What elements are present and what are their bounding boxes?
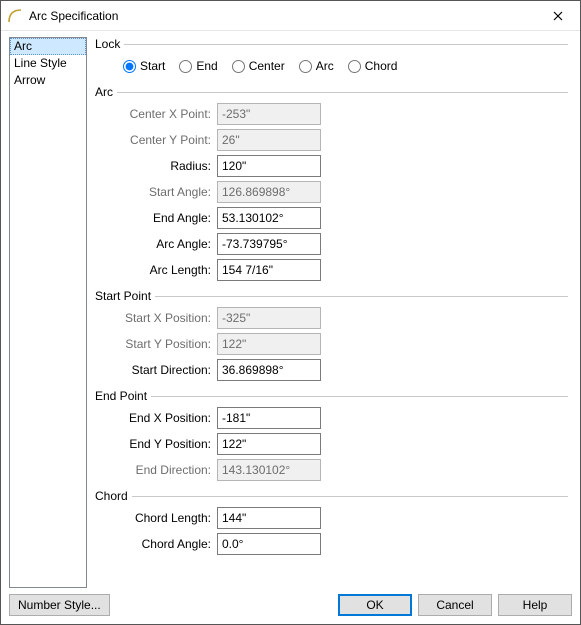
group-arc-legend: Arc (95, 85, 117, 99)
lock-radio-arc[interactable]: Arc (299, 59, 334, 73)
arc-row-1: Center Y Point: (95, 127, 568, 153)
start-point-input-2[interactable] (217, 359, 321, 381)
lock-radio-start[interactable]: Start (123, 59, 165, 73)
arc-row-3: Start Angle: (95, 179, 568, 205)
group-start-point: – Start Point Start X Position:Start Y P… (95, 289, 568, 383)
arc-input-1 (217, 129, 321, 151)
end-point-label-0: End X Position: (123, 411, 217, 425)
arc-row-6: Arc Length: (95, 257, 568, 283)
arc-input-2[interactable] (217, 155, 321, 177)
group-lock: Lock Start End Center Arc Chord (95, 37, 568, 79)
end-point-label-1: End Y Position: (123, 437, 217, 451)
arc-label-5: Arc Angle: (123, 237, 217, 251)
group-end-point-legend: End Point (95, 389, 151, 403)
lock-radio-arc-label: Arc (316, 59, 334, 73)
end-point-label-2: End Direction: (123, 463, 217, 477)
lock-radio-center-input[interactable] (232, 60, 245, 73)
start-point-row-0: Start X Position: (95, 305, 568, 331)
group-start-point-legend: Start Point (95, 289, 155, 303)
arc-row-2: Radius: (95, 153, 568, 179)
chord-label-1: Chord Angle: (123, 537, 217, 551)
chord-label-0: Chord Length: (123, 511, 217, 525)
end-point-row-2: End Direction: (95, 457, 568, 483)
chord-row-1: Chord Angle: (95, 531, 568, 557)
dialog-footer: Number Style... OK Cancel Help (1, 588, 580, 624)
group-end-point: End Point End X Position: End Y Position:… (95, 389, 568, 483)
start-point-row-1: Start Y Position: (95, 331, 568, 357)
chord-input-0[interactable] (217, 507, 321, 529)
titlebar: Arc Specification (1, 1, 580, 31)
lock-radio-chord-input[interactable] (348, 60, 361, 73)
start-point-label-1: Start Y Position: (123, 337, 217, 351)
lock-radio-start-input[interactable] (123, 60, 136, 73)
end-point-row-0: End X Position: (95, 405, 568, 431)
group-arc: Arc Center X Point: Center Y Point: Radius… (95, 85, 568, 283)
window-title: Arc Specification (29, 9, 536, 23)
number-style-button[interactable]: Number Style... (9, 594, 110, 616)
arc-row-0: Center X Point: (95, 101, 568, 127)
group-lock-legend: Lock (95, 37, 124, 51)
arc-input-4[interactable] (217, 207, 321, 229)
arc-row-5: Arc Angle: (95, 231, 568, 257)
nav-item-arrow[interactable]: Arrow (10, 72, 86, 89)
content-panel: Lock Start End Center Arc Chord Arc Cent… (95, 37, 572, 588)
arc-input-5[interactable] (217, 233, 321, 255)
arc-input-0 (217, 103, 321, 125)
arc-input-6[interactable] (217, 259, 321, 281)
lock-radio-end-input[interactable] (179, 60, 192, 73)
arc-row-4: End Angle: (95, 205, 568, 231)
help-button[interactable]: Help (498, 594, 572, 616)
group-chord: Chord Chord Length: Chord Angle: (95, 489, 568, 557)
close-button[interactable] (536, 1, 580, 31)
arc-label-3: Start Angle: (123, 185, 217, 199)
lock-radio-end-label: End (196, 59, 217, 73)
lock-radio-chord-label: Chord (365, 59, 398, 73)
arc-spec-icon (7, 8, 23, 24)
panel-nav[interactable]: Arc Line Style Arrow (9, 37, 87, 588)
arc-input-3 (217, 181, 321, 203)
arc-label-1: Center Y Point: (123, 133, 217, 147)
lock-radio-center-label: Center (249, 59, 285, 73)
arc-label-0: Center X Point: (123, 107, 217, 121)
lock-radio-start-label: Start (140, 59, 165, 73)
lock-radio-row: Start End Center Arc Chord (95, 53, 568, 79)
end-point-input-0[interactable] (217, 407, 321, 429)
lock-radio-chord[interactable]: Chord (348, 59, 398, 73)
start-point-label-0: Start X Position: (123, 311, 217, 325)
nav-item-line-style[interactable]: Line Style (10, 55, 86, 72)
arc-label-4: End Angle: (123, 211, 217, 225)
end-point-input-2 (217, 459, 321, 481)
lock-radio-end[interactable]: End (179, 59, 217, 73)
arc-label-2: Radius: (123, 159, 217, 173)
arc-label-6: Arc Length: (123, 263, 217, 277)
chord-row-0: Chord Length: (95, 505, 568, 531)
nav-item-arc[interactable]: Arc (10, 38, 86, 55)
cancel-button[interactable]: Cancel (418, 594, 492, 616)
chord-input-1[interactable] (217, 533, 321, 555)
ok-button[interactable]: OK (338, 594, 412, 616)
start-point-input-0 (217, 307, 321, 329)
group-chord-legend: Chord (95, 489, 132, 503)
lock-radio-center[interactable]: Center (232, 59, 285, 73)
lock-radio-arc-input[interactable] (299, 60, 312, 73)
start-point-label-2: Start Direction: (123, 363, 217, 377)
end-point-row-1: End Y Position: (95, 431, 568, 457)
start-point-input-1 (217, 333, 321, 355)
start-point-row-2: Start Direction: (95, 357, 568, 383)
end-point-input-1[interactable] (217, 433, 321, 455)
